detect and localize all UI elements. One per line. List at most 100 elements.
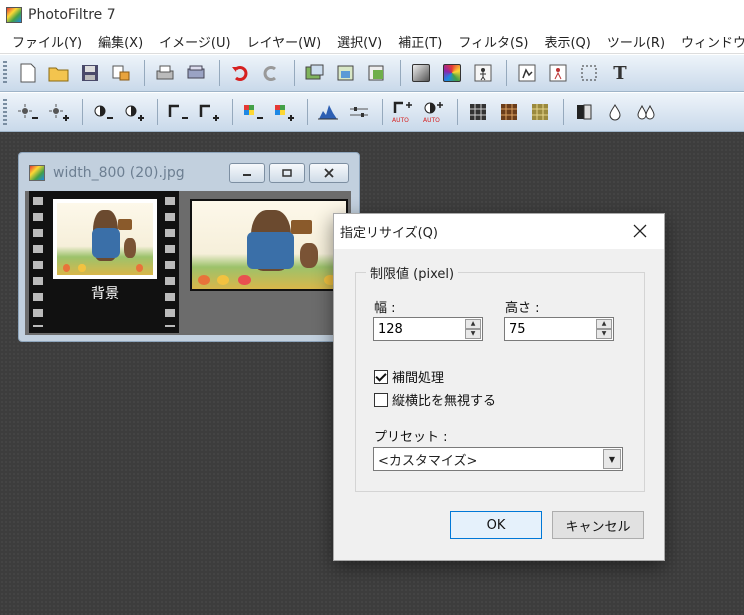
ignore-ratio-check-box[interactable]	[374, 392, 388, 407]
export-icon[interactable]	[107, 59, 135, 87]
menu-window[interactable]: ウィンドウ(P)	[673, 32, 744, 51]
menu-filter[interactable]: フィルタ(S)	[450, 32, 536, 51]
brightness-minus-icon[interactable]	[14, 98, 42, 126]
gradient-icon[interactable]	[407, 59, 435, 87]
toolbar-separator	[82, 99, 83, 125]
sharpen-drop-icon[interactable]	[632, 98, 660, 126]
interpolation-checkbox[interactable]: 補間処理	[374, 367, 444, 386]
save-icon[interactable]	[76, 59, 104, 87]
copy-image-icon[interactable]	[301, 59, 329, 87]
svg-text:AUTO: AUTO	[423, 117, 440, 123]
contrast-plus-icon[interactable]	[120, 98, 148, 126]
film-perforations	[165, 197, 175, 327]
color-palette-icon[interactable]	[438, 59, 466, 87]
limits-group-label: 制限値 (pixel)	[366, 263, 459, 282]
cancel-button[interactable]: キャンセル	[552, 511, 644, 539]
app-icon	[6, 7, 22, 23]
auto-gamma-icon[interactable]: AUTO	[389, 98, 417, 126]
gamma-plus-icon[interactable]	[195, 98, 223, 126]
width-label: 幅 :	[374, 301, 396, 316]
width-down-arrow[interactable]: ▼	[465, 329, 481, 339]
ok-label: OK	[486, 517, 506, 533]
image-preview-art	[192, 201, 346, 289]
menu-file[interactable]: ファイル(Y)	[4, 32, 90, 51]
height-input[interactable]	[505, 318, 593, 340]
document-icon	[29, 165, 45, 181]
ignore-ratio-label: 縦横比を無視する	[392, 394, 497, 409]
menu-view[interactable]: 表示(Q)	[536, 32, 598, 51]
filter-grid-icon[interactable]	[464, 98, 492, 126]
saturation-minus-icon[interactable]	[239, 98, 267, 126]
paste-image-icon[interactable]	[332, 59, 360, 87]
dialog-titlebar: 指定リサイズ(Q)	[334, 214, 664, 249]
image-preview[interactable]	[190, 199, 348, 291]
menu-selection[interactable]: 選択(V)	[329, 32, 390, 51]
interpolation-check-box[interactable]	[374, 369, 388, 384]
close-button[interactable]	[309, 163, 349, 183]
print-icon[interactable]	[151, 59, 179, 87]
image-mode-icon[interactable]	[513, 59, 541, 87]
chevron-down-icon[interactable]: ▼	[603, 449, 621, 469]
menu-tools[interactable]: ツール(R)	[599, 32, 673, 51]
batch-icon[interactable]	[544, 59, 572, 87]
grayscale-icon[interactable]	[570, 98, 598, 126]
undo-icon[interactable]	[226, 59, 254, 87]
blur-drop-icon[interactable]	[601, 98, 629, 126]
toolbar-separator	[506, 60, 507, 86]
menu-adjust[interactable]: 補正(T)	[390, 32, 450, 51]
ignore-ratio-checkbox[interactable]: 縦横比を無視する	[374, 390, 496, 409]
automation-icon[interactable]	[469, 59, 497, 87]
new-file-icon[interactable]	[14, 59, 42, 87]
filter-sepia-icon[interactable]	[495, 98, 523, 126]
document-window[interactable]: width_800 (20).jpg 背景	[18, 152, 360, 342]
gamma-minus-icon[interactable]	[164, 98, 192, 126]
layer-thumbnail[interactable]	[53, 199, 157, 279]
toolbar-grip[interactable]	[3, 99, 7, 125]
restore-button[interactable]	[269, 163, 305, 183]
width-spinner[interactable]: ▲▼	[373, 317, 483, 341]
restore-icon	[282, 169, 292, 177]
text-tool-glyph: T	[613, 62, 627, 84]
preset-label: プリセット :	[374, 430, 448, 445]
preset-value: <カスタマイズ>	[378, 453, 478, 469]
brightness-plus-icon[interactable]	[45, 98, 73, 126]
scanner-icon[interactable]	[182, 59, 210, 87]
width-up-arrow[interactable]: ▲	[465, 319, 481, 329]
height-spinner[interactable]: ▲▼	[504, 317, 614, 341]
dialog-close-button[interactable]	[630, 221, 650, 241]
menu-image[interactable]: イメージ(U)	[151, 32, 238, 51]
layer-filmstrip: 背景	[29, 191, 179, 333]
interpolation-label: 補間処理	[392, 371, 445, 386]
redo-icon[interactable]	[257, 59, 285, 87]
preset-select[interactable]: <カスタマイズ> ▼	[373, 447, 623, 471]
text-tool-icon[interactable]: T	[606, 59, 634, 87]
resize-dialog: 指定リサイズ(Q) 制限値 (pixel) 幅 : ▲▼ 高さ : ▲▼ 補間処…	[333, 213, 665, 561]
menu-bar: ファイル(Y) 編集(X) イメージ(U) レイヤー(W) 選択(V) 補正(T…	[0, 30, 744, 54]
toolbar-separator	[232, 99, 233, 125]
document-window-controls	[229, 163, 349, 183]
height-down-arrow[interactable]: ▼	[596, 329, 612, 339]
toolbar-separator	[219, 60, 220, 86]
contrast-minus-icon[interactable]	[89, 98, 117, 126]
menu-edit[interactable]: 編集(X)	[90, 32, 151, 51]
height-up-arrow[interactable]: ▲	[596, 319, 612, 329]
height-label: 高さ :	[505, 301, 540, 316]
close-icon	[324, 168, 334, 178]
menu-layer[interactable]: レイヤー(W)	[239, 32, 330, 51]
auto-contrast-icon[interactable]: AUTO	[420, 98, 448, 126]
toolbar-separator	[144, 60, 145, 86]
layer-name: 背景	[91, 286, 119, 302]
open-folder-icon[interactable]	[45, 59, 73, 87]
toolbar-grip[interactable]	[3, 61, 7, 85]
selection-rect-icon[interactable]	[575, 59, 603, 87]
ok-button[interactable]: OK	[450, 511, 542, 539]
minimize-button[interactable]	[229, 163, 265, 183]
paste-new-icon[interactable]	[363, 59, 391, 87]
histogram-icon[interactable]	[314, 98, 342, 126]
saturation-plus-icon[interactable]	[270, 98, 298, 126]
svg-text:AUTO: AUTO	[392, 117, 409, 123]
width-input[interactable]	[374, 318, 462, 340]
levels-icon[interactable]	[345, 98, 373, 126]
document-titlebar: width_800 (20).jpg	[29, 165, 185, 181]
filter-mosaic-icon[interactable]	[526, 98, 554, 126]
